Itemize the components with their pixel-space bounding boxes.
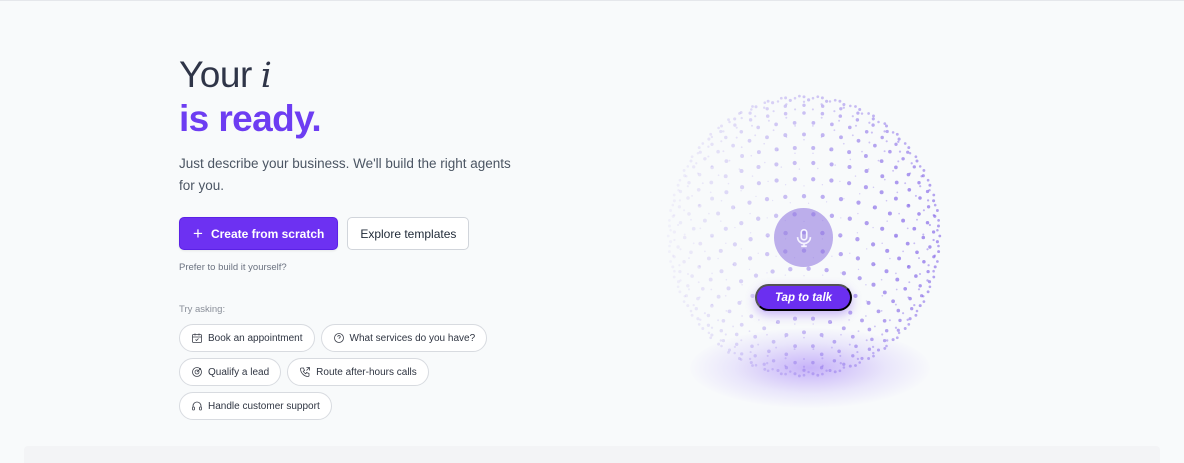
create-from-scratch-label: Create from scratch xyxy=(210,226,325,241)
hero-title-line2: is ready. xyxy=(159,88,599,152)
try-asking-label: Try asking: xyxy=(179,304,226,315)
chip-label: Qualify a lead xyxy=(208,366,270,378)
plus-icon: + xyxy=(193,223,203,243)
voice-orb[interactable]: Tap to talk xyxy=(650,90,970,420)
chip-label: Route after-hours calls xyxy=(316,366,417,378)
tap-to-talk-button[interactable]: Tap to talk xyxy=(755,284,852,311)
chip-label: Handle customer support xyxy=(208,400,320,412)
create-from-scratch-button[interactable]: + Create from scratch xyxy=(179,217,339,250)
chip-book-appointment[interactable]: Book an appointment xyxy=(179,324,315,352)
bottom-panel xyxy=(24,446,1160,463)
calendar-icon xyxy=(192,333,202,343)
target-icon xyxy=(192,367,202,377)
explore-templates-button[interactable]: Explore templates xyxy=(347,217,470,250)
hero-section: Your i is ready. Just describe your busi… xyxy=(159,54,599,197)
headset-icon xyxy=(192,401,202,411)
suggestion-chips: Book an appointment What services do you… xyxy=(179,324,509,426)
chip-qualify-lead[interactable]: Qualify a lead xyxy=(179,358,282,386)
hero-title-italic: i xyxy=(260,56,272,96)
chip-what-services[interactable]: What services do you have? xyxy=(320,324,488,352)
chip-label: Book an appointment xyxy=(208,332,303,344)
phone-forward-icon xyxy=(300,367,311,377)
help-circle-icon xyxy=(333,333,344,343)
chip-customer-support[interactable]: Handle customer support xyxy=(179,392,332,420)
hero-title-text: Your xyxy=(179,54,252,95)
top-divider xyxy=(0,0,1184,1)
hero-title-line1: Your i xyxy=(179,54,599,97)
hero-subtitle: Just describe your business. We'll build… xyxy=(179,156,511,193)
action-buttons: + Create from scratch Explore templates xyxy=(179,217,470,250)
microphone-icon xyxy=(796,228,811,247)
chip-route-after-hours[interactable]: Route after-hours calls xyxy=(287,358,429,386)
build-yourself-link[interactable]: Prefer to build it yourself? xyxy=(179,262,287,273)
mic-button[interactable] xyxy=(774,208,833,267)
chip-label: What services do you have? xyxy=(349,332,476,344)
